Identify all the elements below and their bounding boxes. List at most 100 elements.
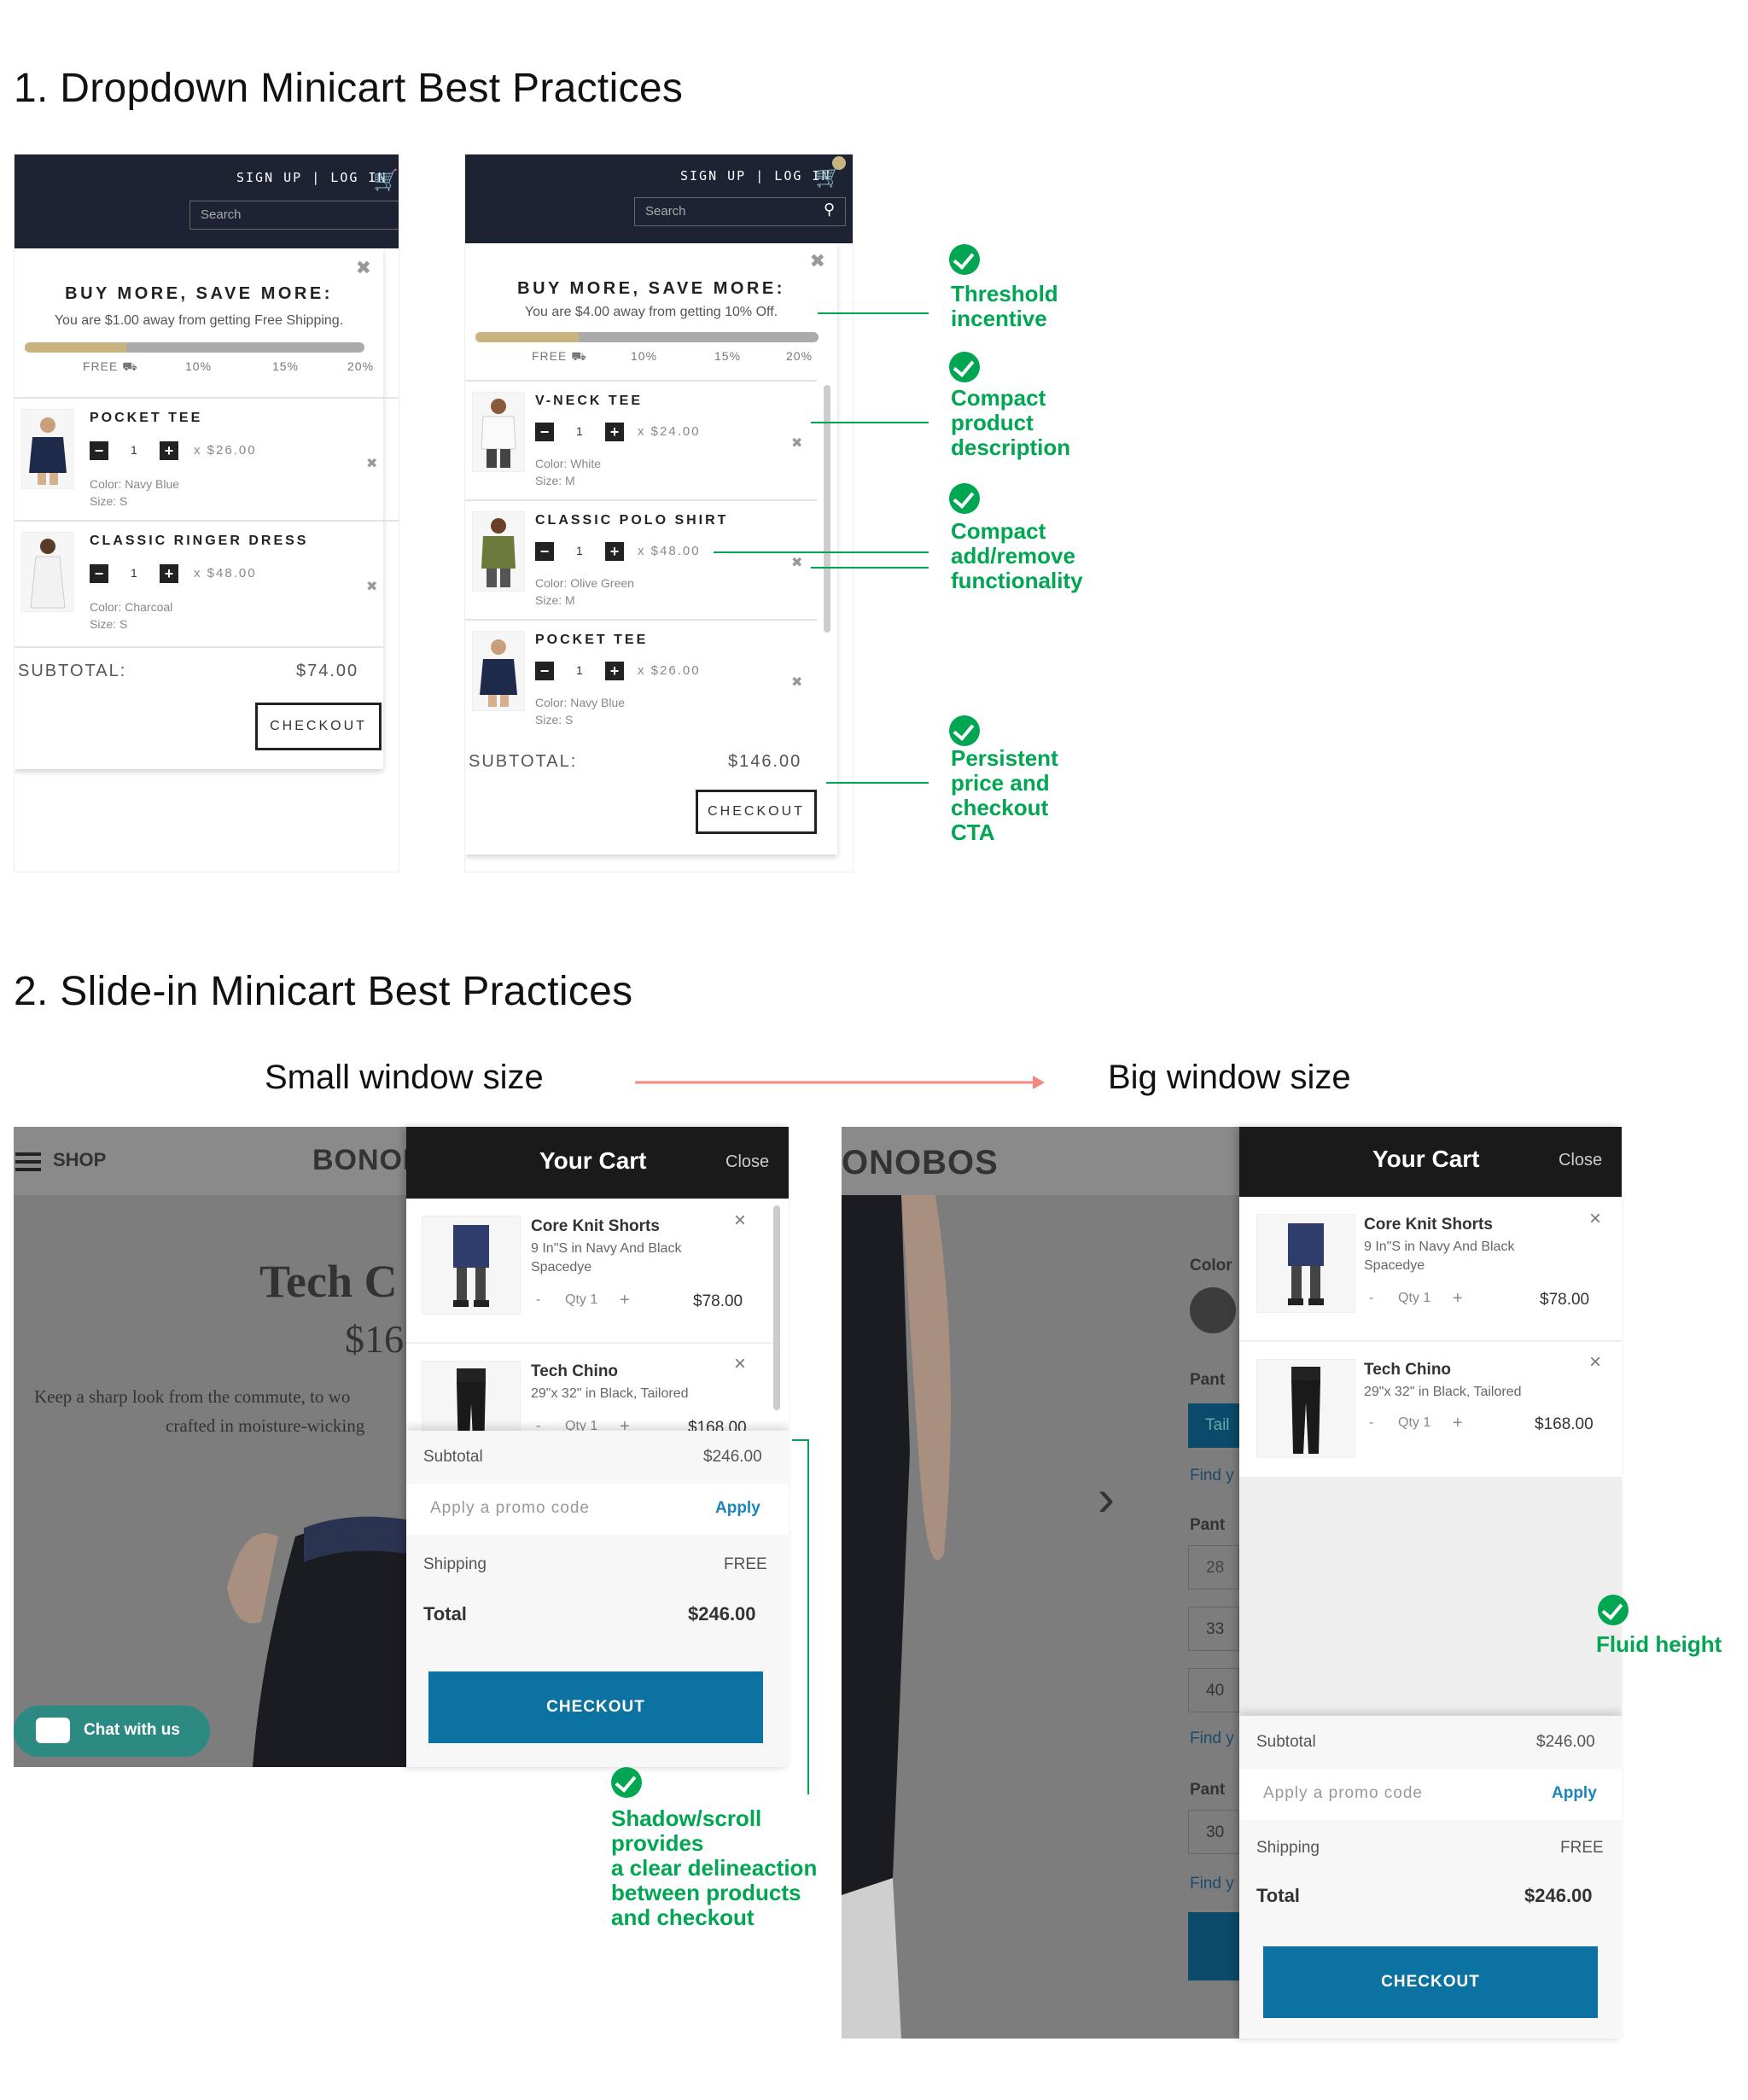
- qty-value[interactable]: 1: [576, 424, 583, 438]
- product-name: Tech Chino: [1364, 1361, 1452, 1379]
- auth-links[interactable]: SIGN UP | LOG IN: [236, 170, 387, 185]
- cart-item: POCKET TEE − 1 + x $26.00 Color: Navy Bl…: [15, 397, 399, 520]
- remove-item-icon[interactable]: ✖: [791, 554, 802, 571]
- add-to-bag-button[interactable]: [1188, 1912, 1239, 1980]
- qty-value[interactable]: 1: [576, 663, 583, 677]
- menu-icon[interactable]: [15, 1152, 41, 1156]
- qty-value[interactable]: 1: [131, 443, 137, 457]
- qty-value[interactable]: 1: [576, 544, 583, 557]
- product-desc: 29"x 32" in Black, Tailored: [1364, 1385, 1522, 1399]
- size-option[interactable]: 33: [1188, 1607, 1239, 1651]
- search-icon[interactable]: ⚲: [824, 201, 835, 219]
- find-link[interactable]: Find y: [1190, 1467, 1234, 1485]
- product-image: [472, 392, 525, 472]
- promo-code-input[interactable]: Apply a promo code Apply: [406, 1484, 789, 1535]
- total-label: Total: [1256, 1885, 1300, 1906]
- decrease-qty-button[interactable]: -: [1369, 1291, 1373, 1306]
- slide-in-cart-small: Your Cart Close Core Knit Shorts 9 In"S …: [406, 1127, 789, 1767]
- subtotal-value: $146.00: [728, 752, 802, 771]
- close-button[interactable]: Close: [1559, 1151, 1602, 1170]
- annotation-connector: [811, 422, 929, 423]
- qty-value: Qty 1: [565, 1292, 598, 1307]
- decrease-qty-button[interactable]: −: [90, 441, 108, 460]
- promo-subtitle: You are $1.00 away from getting Free Shi…: [54, 313, 344, 328]
- remove-item-icon[interactable]: ✖: [791, 674, 802, 691]
- chat-button[interactable]: Chat with us: [14, 1706, 210, 1757]
- shipping-value: FREE: [724, 1555, 767, 1573]
- product-image: [472, 631, 525, 711]
- increase-qty-button[interactable]: +: [605, 423, 624, 441]
- model-image: [227, 1516, 406, 1767]
- promo-subtitle: You are $4.00 away from getting 10% Off.: [524, 305, 778, 319]
- remove-item-icon[interactable]: ×: [1589, 1350, 1601, 1374]
- checkout-button[interactable]: CHECKOUT: [255, 703, 382, 750]
- cart-icon[interactable]: 🛒: [373, 168, 399, 193]
- arrow-right-icon: [635, 1076, 1045, 1089]
- color-swatch[interactable]: [1190, 1287, 1236, 1333]
- decrease-qty-button[interactable]: −: [535, 542, 554, 561]
- site-logo: BONOI: [312, 1144, 406, 1176]
- increase-qty-button[interactable]: +: [1453, 1414, 1463, 1433]
- site-header: SIGN UP | LOG IN 🛒 Search ⚲: [465, 155, 853, 243]
- shipping-label: Shipping: [1256, 1839, 1320, 1857]
- checkout-button[interactable]: CHECKOUT: [428, 1671, 763, 1743]
- check-icon: [1598, 1595, 1629, 1625]
- fit-button[interactable]: Tail: [1188, 1403, 1239, 1448]
- item-price: x $26.00: [194, 443, 257, 458]
- remove-item-icon[interactable]: ✖: [366, 455, 377, 472]
- decrease-qty-button[interactable]: −: [90, 564, 108, 583]
- size-option[interactable]: 40: [1188, 1668, 1239, 1712]
- remove-item-icon[interactable]: ×: [1589, 1207, 1601, 1231]
- checkout-button[interactable]: CHECKOUT: [1263, 1946, 1598, 2018]
- big-window-label: Big window size: [1108, 1059, 1351, 1096]
- section-1-title: 1. Dropdown Minicart Best Practices: [14, 66, 684, 111]
- search-input[interactable]: Search: [189, 201, 399, 230]
- tick-15: 15%: [714, 349, 742, 363]
- remove-item-icon[interactable]: ×: [734, 1209, 746, 1233]
- decrease-qty-button[interactable]: −: [535, 423, 554, 441]
- item-color: Color: White: [535, 457, 602, 470]
- apply-button[interactable]: Apply: [715, 1499, 760, 1518]
- pant-label: Pant: [1190, 1516, 1226, 1534]
- total-value: $246.00: [1524, 1885, 1593, 1906]
- chat-icon: [36, 1718, 70, 1743]
- chevron-right-icon[interactable]: ›: [1098, 1468, 1115, 1527]
- pant-label: Pant: [1190, 1371, 1226, 1389]
- find-link[interactable]: Find y: [1190, 1730, 1234, 1748]
- remove-item-icon[interactable]: ✖: [791, 435, 802, 452]
- color-label: Color: [1190, 1257, 1232, 1275]
- increase-qty-button[interactable]: +: [160, 441, 178, 460]
- find-link[interactable]: Find y: [1190, 1875, 1234, 1893]
- decrease-qty-button[interactable]: −: [535, 662, 554, 680]
- remove-item-icon[interactable]: ✖: [366, 578, 377, 595]
- pant-label: Pant: [1190, 1781, 1226, 1799]
- increase-qty-button[interactable]: +: [160, 564, 178, 583]
- close-button[interactable]: Close: [725, 1152, 769, 1172]
- increase-qty-button[interactable]: +: [605, 542, 624, 561]
- size-option[interactable]: 28: [1188, 1545, 1239, 1590]
- apply-button[interactable]: Apply: [1552, 1784, 1597, 1803]
- product-desc-line2: crafted in moisture-wicking: [166, 1415, 365, 1436]
- scrollbar[interactable]: [773, 1205, 780, 1410]
- annotation-connector: [811, 567, 929, 569]
- subtotal-value: $74.00: [296, 662, 359, 680]
- qty-value[interactable]: 1: [131, 566, 137, 580]
- item-price: $78.00: [1540, 1291, 1590, 1309]
- increase-qty-button[interactable]: +: [1453, 1289, 1463, 1309]
- promo-code-input[interactable]: Apply a promo code Apply: [1239, 1769, 1622, 1820]
- increase-qty-button[interactable]: +: [620, 1291, 630, 1310]
- remove-item-icon[interactable]: ×: [734, 1352, 746, 1376]
- close-icon[interactable]: ✖: [810, 250, 825, 272]
- item-color: Color: Navy Blue: [90, 477, 180, 491]
- item-price: $78.00: [693, 1292, 743, 1310]
- checkout-button[interactable]: CHECKOUT: [696, 790, 817, 834]
- auth-links[interactable]: SIGN UP | LOG IN: [680, 168, 831, 184]
- size-option[interactable]: 30: [1188, 1810, 1239, 1854]
- decrease-qty-button[interactable]: -: [1369, 1415, 1373, 1431]
- small-window-label: Small window size: [265, 1059, 544, 1096]
- close-icon[interactable]: ✖: [356, 257, 371, 279]
- increase-qty-button[interactable]: +: [605, 662, 624, 680]
- shop-link[interactable]: SHOP: [53, 1149, 106, 1171]
- decrease-qty-button[interactable]: -: [536, 1292, 540, 1308]
- search-input[interactable]: Search: [634, 197, 846, 226]
